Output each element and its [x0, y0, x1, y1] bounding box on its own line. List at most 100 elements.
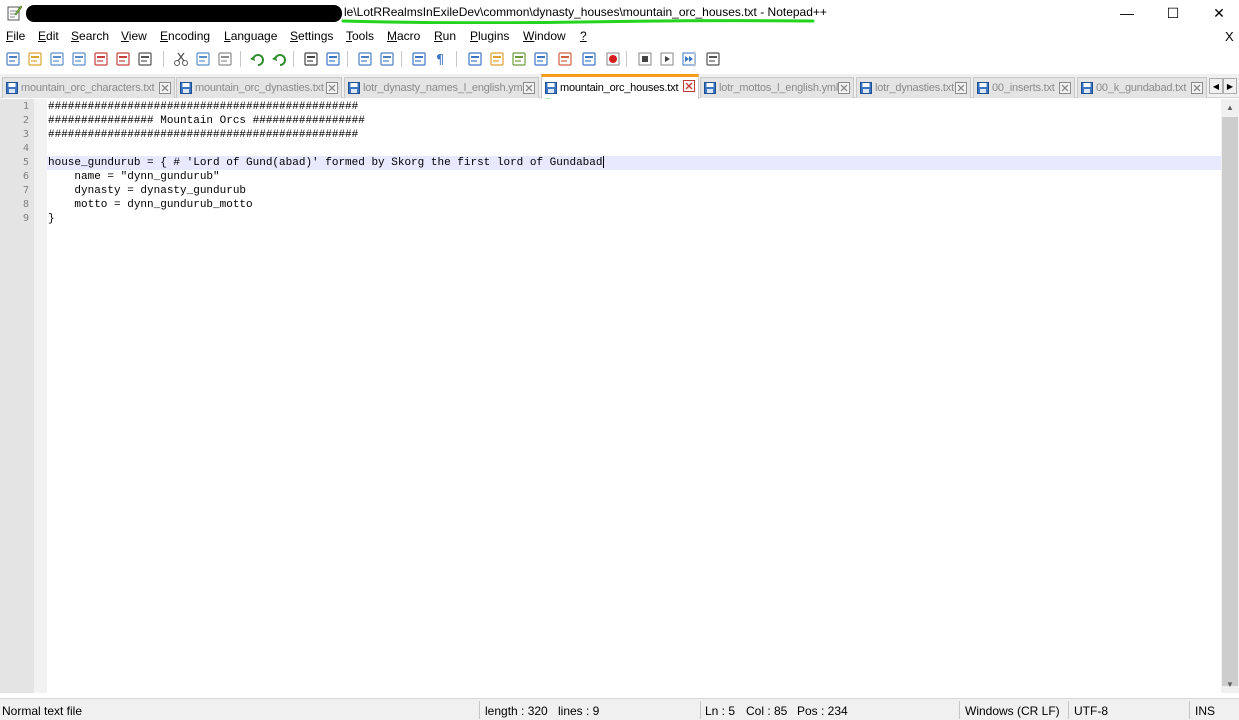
menu-item-mnemonic: R: [434, 29, 443, 43]
open-file-icon[interactable]: [26, 50, 44, 68]
tab-scroll-right-button[interactable]: ▶: [1223, 78, 1237, 94]
menu-item[interactable]: Tools: [346, 29, 374, 43]
indent-guide-icon[interactable]: [466, 50, 484, 68]
print-icon[interactable]: [136, 50, 154, 68]
status-insert-mode[interactable]: INS: [1195, 704, 1215, 718]
close-tab-icon[interactable]: [955, 82, 967, 94]
line-text: ########################################…: [48, 101, 359, 113]
menu-item-label: ncoding: [168, 29, 211, 43]
status-divider: [1068, 701, 1069, 719]
close-window-button[interactable]: ✕: [1196, 0, 1239, 26]
new-file-icon[interactable]: [4, 50, 22, 68]
document-tab[interactable]: lotr_mottos_l_english.yml: [700, 77, 854, 98]
replace-icon[interactable]: [324, 50, 342, 68]
close-tab-icon[interactable]: [1191, 82, 1203, 94]
close-tab-icon[interactable]: [683, 80, 695, 92]
status-divider: [959, 701, 960, 719]
folder-workspace-icon[interactable]: [556, 50, 574, 68]
editor-line[interactable]: 3 #######################################…: [0, 128, 1221, 142]
play-macro-icon[interactable]: [658, 50, 676, 68]
tab-label: lotr_dynasty_names_l_english.yml: [363, 82, 525, 94]
editor-line[interactable]: 2 ################ Mountain Orcs ########…: [0, 114, 1221, 128]
cut-icon[interactable]: [172, 50, 190, 68]
document-tab[interactable]: mountain_orc_houses.txt: [541, 74, 699, 99]
menu-item[interactable]: Language: [224, 29, 277, 43]
find-icon[interactable]: [302, 50, 320, 68]
close-icon[interactable]: [92, 50, 110, 68]
menu-item[interactable]: Encoding: [160, 29, 210, 43]
menu-item[interactable]: Run: [434, 29, 456, 43]
close-document-button[interactable]: X: [1225, 29, 1234, 44]
status-line-number: Ln : 5: [705, 704, 736, 718]
copy-icon[interactable]: [194, 50, 212, 68]
line-text: dynasty = dynasty_gundurub: [48, 185, 247, 197]
close-all-icon[interactable]: [114, 50, 132, 68]
vertical-scrollbar[interactable]: ▲ ▼: [1221, 99, 1239, 693]
status-encoding[interactable]: UTF-8: [1074, 704, 1108, 718]
stop-record-icon[interactable]: [636, 50, 654, 68]
status-eol-format[interactable]: Windows (CR LF): [965, 704, 1060, 718]
function-list-icon[interactable]: [532, 50, 550, 68]
close-tab-icon[interactable]: [326, 82, 338, 94]
saved-file-icon: [6, 82, 18, 94]
menu-item[interactable]: File: [6, 29, 25, 43]
status-bar: Normal text file length : 320 lines : 9 …: [0, 698, 1239, 720]
menu-item-label: acro: [397, 29, 421, 43]
line-number: 9: [22, 213, 29, 224]
document-tab[interactable]: 00_k_gundabad.txt: [1077, 77, 1207, 98]
menu-item[interactable]: ?: [580, 29, 587, 43]
editor-line[interactable]: 9}: [0, 212, 1221, 226]
menu-item[interactable]: Settings: [290, 29, 333, 43]
editor-line[interactable]: 4: [0, 142, 1221, 156]
tab-scroll-left-button[interactable]: ◀: [1209, 78, 1223, 94]
undo-icon[interactable]: [248, 50, 266, 68]
close-tab-icon[interactable]: [159, 82, 171, 94]
editor-line[interactable]: 8 motto = dynn_gundurub_motto: [0, 198, 1221, 212]
user-lang-icon[interactable]: [488, 50, 506, 68]
menu-item[interactable]: Macro: [387, 29, 420, 43]
document-tab[interactable]: 00_inserts.txt: [973, 77, 1075, 98]
save-icon[interactable]: [48, 50, 66, 68]
close-tab-icon[interactable]: [1059, 82, 1071, 94]
run-macro-multiple-icon[interactable]: [680, 50, 698, 68]
zoom-out-icon[interactable]: [378, 50, 396, 68]
maximize-button[interactable]: ☐: [1150, 0, 1196, 26]
sync-scroll-icon[interactable]: [410, 50, 428, 68]
toolbar-separator: [456, 51, 457, 67]
menu-item[interactable]: View: [121, 29, 147, 43]
current-line[interactable]: 5 house_gundurub = { # 'Lord of Gund(abad…: [0, 156, 1221, 170]
menu-item[interactable]: Search: [71, 29, 109, 43]
scroll-down-arrow-icon[interactable]: ▼: [1221, 676, 1239, 693]
line-number: 3: [22, 129, 29, 140]
zoom-in-icon[interactable]: [356, 50, 374, 68]
menu-item[interactable]: Window: [523, 29, 566, 43]
record-macro-icon[interactable]: [604, 50, 622, 68]
show-all-chars-icon[interactable]: ¶: [432, 50, 450, 68]
minimize-button[interactable]: —: [1104, 0, 1150, 26]
saved-file-icon: [977, 82, 989, 94]
line-text: name = "dynn_gundurub": [48, 171, 220, 183]
scroll-up-arrow-icon[interactable]: ▲: [1221, 99, 1239, 116]
saved-file-icon: [348, 82, 360, 94]
document-tab[interactable]: mountain_orc_dynasties.txt: [176, 77, 342, 98]
text-editor[interactable]: 1 #######################################…: [0, 99, 1221, 693]
editor-line[interactable]: 7 dynasty = dynasty_gundurub: [0, 184, 1221, 198]
doc-map-icon[interactable]: [510, 50, 528, 68]
document-tab[interactable]: lotr_dynasties.txt: [856, 77, 971, 98]
save-macro-icon[interactable]: [704, 50, 722, 68]
close-tab-icon[interactable]: [523, 82, 535, 94]
menu-item[interactable]: Plugins: [470, 29, 509, 43]
paste-icon[interactable]: [216, 50, 234, 68]
redo-icon[interactable]: [270, 50, 288, 68]
document-tab[interactable]: lotr_dynasty_names_l_english.yml: [344, 77, 539, 98]
scrollbar-thumb[interactable]: [1222, 117, 1238, 686]
menu-item[interactable]: Edit: [38, 29, 59, 43]
document-tab[interactable]: mountain_orc_characters.txt: [2, 77, 175, 98]
editor-line[interactable]: 6 name = "dynn_gundurub": [0, 170, 1221, 184]
monitoring-icon[interactable]: [580, 50, 598, 68]
save-all-icon[interactable]: [70, 50, 88, 68]
menu-item-label: anguage: [230, 29, 278, 43]
close-tab-icon[interactable]: [838, 82, 850, 94]
editor-line[interactable]: 1 #######################################…: [0, 100, 1221, 114]
saved-file-icon: [545, 82, 557, 94]
